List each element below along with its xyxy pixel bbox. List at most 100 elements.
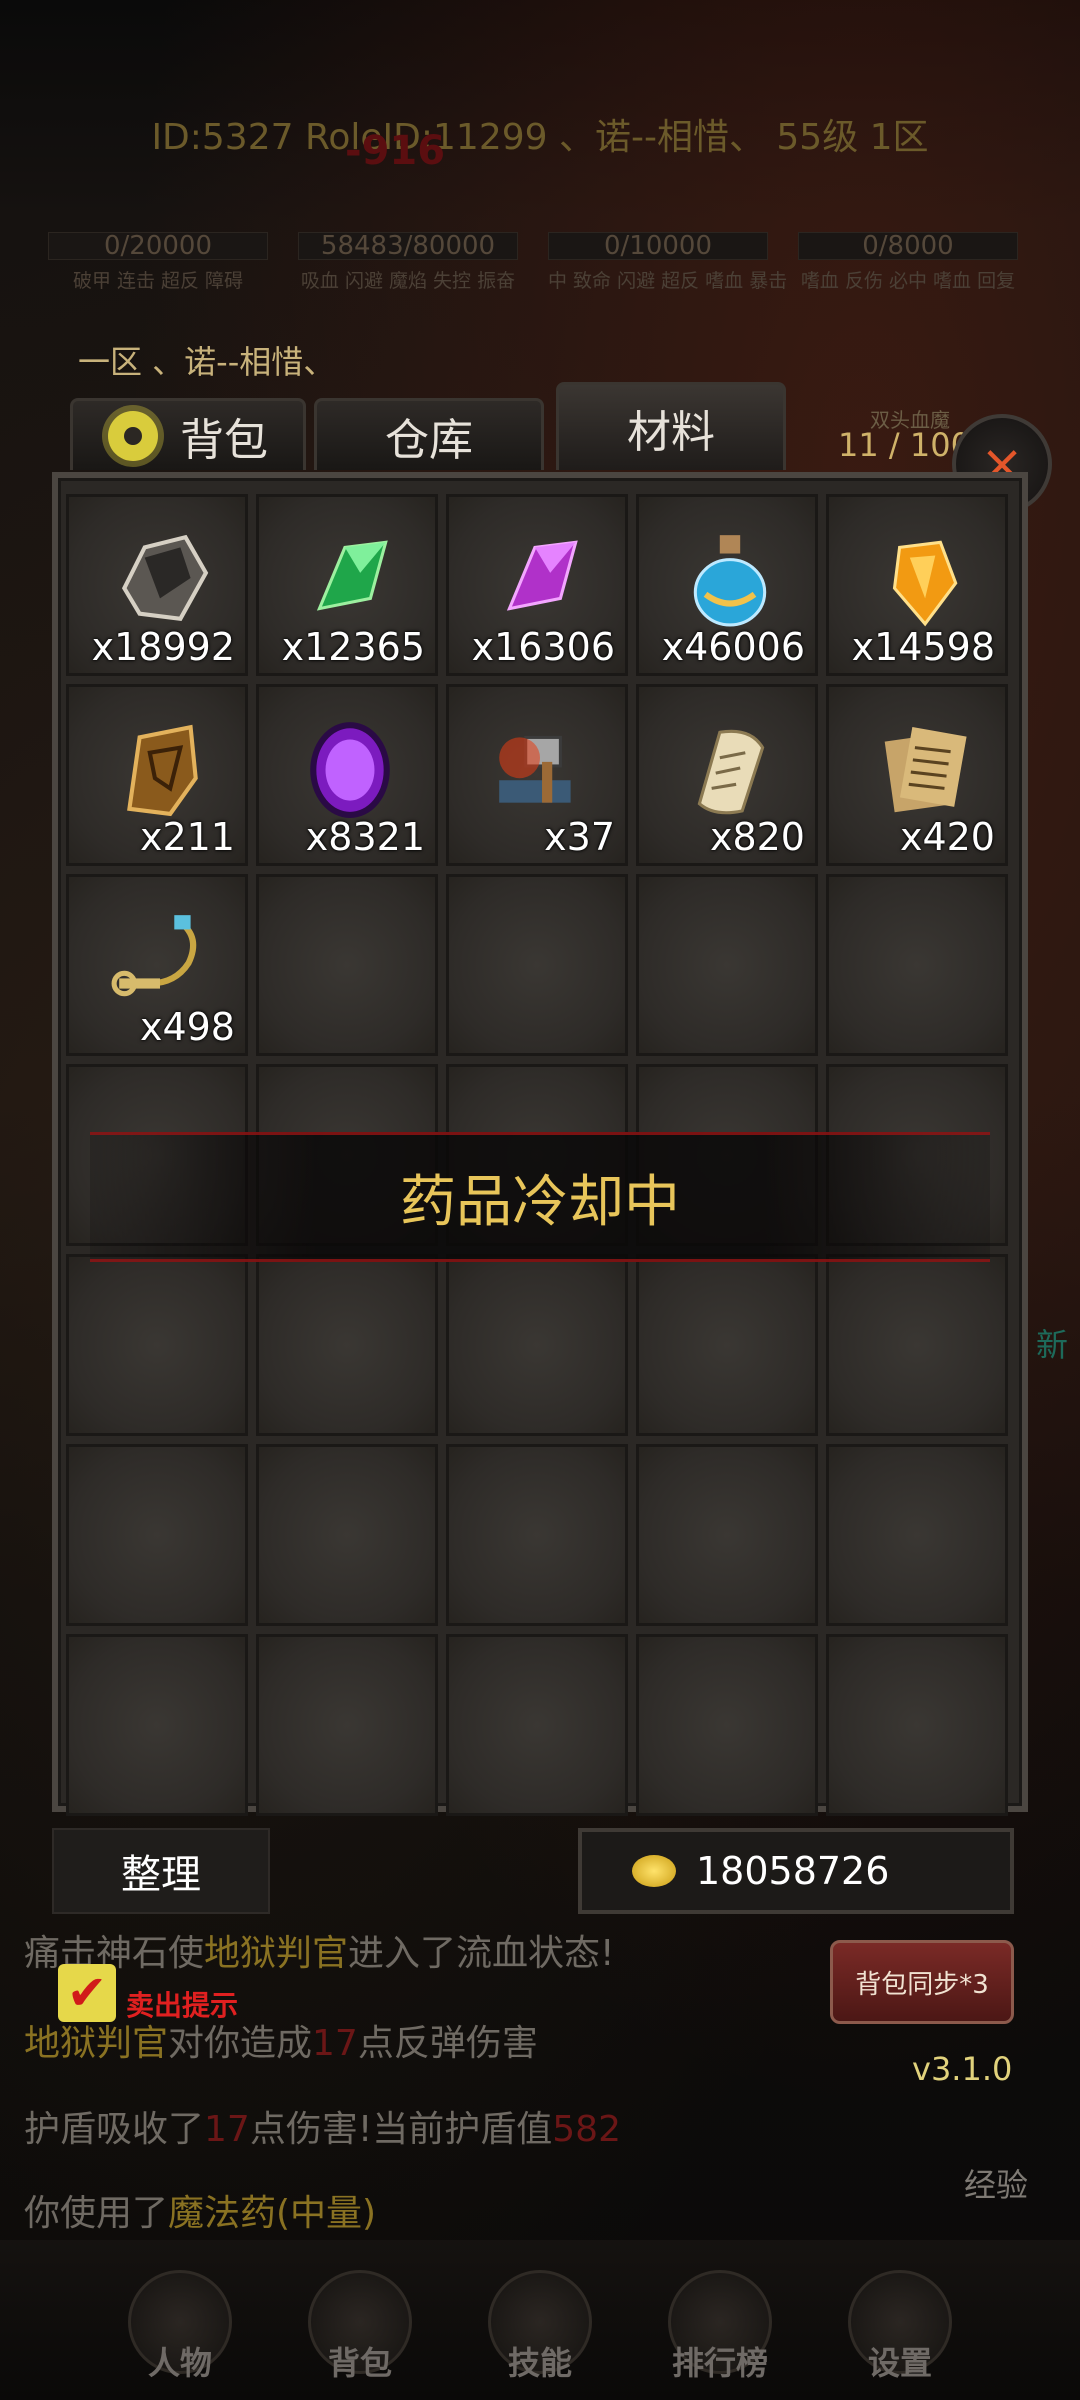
- inventory-slot[interactable]: [826, 1634, 1008, 1816]
- stat-value: 0/8000: [798, 232, 1018, 260]
- inventory-slot[interactable]: x37: [446, 684, 628, 866]
- inventory-slot[interactable]: x46006: [636, 494, 818, 676]
- nav-skills[interactable]: 技能: [460, 2270, 620, 2400]
- inventory-slot[interactable]: x8321: [256, 684, 438, 866]
- inventory-slot[interactable]: x12365: [256, 494, 438, 676]
- sort-button[interactable]: 整理: [52, 1828, 270, 1914]
- inventory-slot[interactable]: [256, 1254, 438, 1436]
- stat-labels: 中 致命 闪避 超反 嗜血 暴击: [548, 270, 788, 292]
- inventory-slot[interactable]: x498: [66, 874, 248, 1056]
- inventory-slot[interactable]: [826, 1254, 1008, 1436]
- item-quantity: x16306: [471, 625, 615, 669]
- inventory-slot[interactable]: [826, 874, 1008, 1056]
- stat-value: 0/10000: [548, 232, 768, 260]
- chat-text: 582: [552, 2109, 621, 2150]
- gold-coin-icon: [632, 1855, 676, 1887]
- inventory-slot[interactable]: [446, 1444, 628, 1626]
- blue-potion-icon: [693, 535, 767, 627]
- chat-text: 进入了流血状态!: [348, 1933, 615, 1974]
- inventory-slot[interactable]: [66, 1254, 248, 1436]
- tab-materials[interactable]: 材料: [556, 382, 786, 470]
- nav-label: 人物: [147, 2344, 212, 2382]
- ore-stone-icon: [121, 534, 209, 621]
- inventory-slot[interactable]: [256, 874, 438, 1056]
- sell-prompt-checkbox[interactable]: ✔: [58, 1964, 116, 2022]
- damage-number: -916: [345, 128, 446, 174]
- stat-value: 0/20000: [48, 232, 268, 260]
- forge-hammer-icon: [499, 735, 571, 803]
- key-chain-icon: [111, 915, 197, 997]
- scroll-icon: [697, 729, 765, 815]
- item-quantity: x8321: [305, 815, 425, 859]
- item-quantity: x420: [899, 815, 995, 859]
- stat-block-2: 58483/80000 吸血 闪避 魔焰 失控 振奋: [298, 232, 518, 293]
- gear-icon: [108, 410, 158, 461]
- cooldown-banner: 药品冷却中: [90, 1132, 990, 1262]
- tab-warehouse[interactable]: 仓库: [314, 398, 544, 470]
- inventory-slot[interactable]: [446, 1634, 628, 1816]
- inventory-slot[interactable]: [256, 1634, 438, 1816]
- chat-text: 地狱判官: [204, 1933, 349, 1974]
- chat-text: 17: [312, 2023, 358, 2064]
- item-quantity: x46006: [661, 625, 805, 669]
- side-label: 新: [1036, 1326, 1069, 1364]
- player-name: 一区 、诺--相惜、: [78, 343, 336, 381]
- green-crystal-icon: [316, 540, 388, 611]
- version-label: v3.1.0: [912, 2050, 1013, 2088]
- chat-line: 你使用了魔法药(中量): [24, 2184, 376, 2236]
- item-quantity: x14598: [851, 625, 995, 669]
- chat-text: 你使用了: [24, 2193, 169, 2234]
- purple-gem-icon: [310, 722, 390, 818]
- sell-prompt-label: 卖出提示: [126, 1989, 239, 2022]
- tab-bag[interactable]: 背包: [70, 398, 306, 470]
- nav-bag[interactable]: 背包: [280, 2270, 440, 2400]
- orange-gem-icon: [892, 540, 958, 627]
- inventory-slot[interactable]: x211: [66, 684, 248, 866]
- exp-label: 经验: [964, 2166, 1029, 2204]
- chat-text: 对你造成: [168, 2023, 313, 2064]
- inventory-slot[interactable]: [636, 1634, 818, 1816]
- inventory-slot[interactable]: x14598: [826, 494, 1008, 676]
- item-quantity: x37: [544, 815, 615, 859]
- inventory-slot[interactable]: [446, 874, 628, 1056]
- chat-text: 点反弹伤害: [357, 2023, 538, 2064]
- inventory-slot[interactable]: x820: [636, 684, 818, 866]
- stat-block-4: 0/8000 嗜血 反伤 必中 嗜血 回复: [798, 232, 1018, 293]
- nav-ranking[interactable]: 排行榜: [640, 2270, 800, 2400]
- paper-notes-icon: [884, 727, 967, 813]
- inventory-slot[interactable]: [636, 1444, 818, 1626]
- inventory-slot[interactable]: [636, 1254, 818, 1436]
- chat-text: 点伤害!当前护盾值: [249, 2109, 553, 2150]
- rune-fragment-icon: [127, 724, 198, 817]
- inventory-slot[interactable]: [826, 1444, 1008, 1626]
- inventory-slot[interactable]: x16306: [446, 494, 628, 676]
- item-quantity: x498: [139, 1005, 235, 1049]
- chat-text: 护盾吸收了: [24, 2109, 205, 2150]
- nav-label: 设置: [867, 2344, 932, 2382]
- nav-character[interactable]: 人物: [100, 2270, 260, 2400]
- inventory-slot[interactable]: x18992: [66, 494, 248, 676]
- inventory-slot[interactable]: [446, 1254, 628, 1436]
- purple-crystal-icon: [506, 540, 578, 611]
- stats-bar: 0/20000 破甲 连击 超反 障碍 58483/80000 吸血 闪避 魔焰…: [48, 232, 1028, 302]
- chat-text: 魔法药(中量): [168, 2193, 377, 2234]
- bag-sync-button[interactable]: 背包同步*3: [830, 1940, 1014, 2024]
- tab-warehouse-label: 仓库: [385, 414, 473, 466]
- stat-labels: 破甲 连击 超反 障碍: [72, 270, 244, 292]
- inventory-slot[interactable]: [256, 1444, 438, 1626]
- inventory-slot[interactable]: [66, 1444, 248, 1626]
- item-quantity: x820: [709, 815, 805, 859]
- inventory-slot[interactable]: [636, 874, 818, 1056]
- inventory-slot[interactable]: x420: [826, 684, 1008, 866]
- player-id-header: ID:5327 RoleID:11299 、诺--相惜、 55级 1区: [151, 117, 929, 158]
- nav-label: 背包: [327, 2344, 392, 2382]
- gold-display: 18058726: [578, 1828, 1014, 1914]
- stat-labels: 吸血 闪避 魔焰 失控 振奋: [300, 270, 516, 292]
- inventory-slot[interactable]: [66, 1634, 248, 1816]
- nav-settings[interactable]: 设置: [820, 2270, 980, 2400]
- gold-amount: 18058726: [696, 1849, 890, 1893]
- item-quantity: x12365: [281, 625, 425, 669]
- stat-value: 58483/80000: [298, 232, 518, 260]
- chat-text: 地狱判官: [24, 2023, 169, 2064]
- stat-block-3: 0/10000 中 致命 闪避 超反 嗜血 暴击: [548, 232, 788, 293]
